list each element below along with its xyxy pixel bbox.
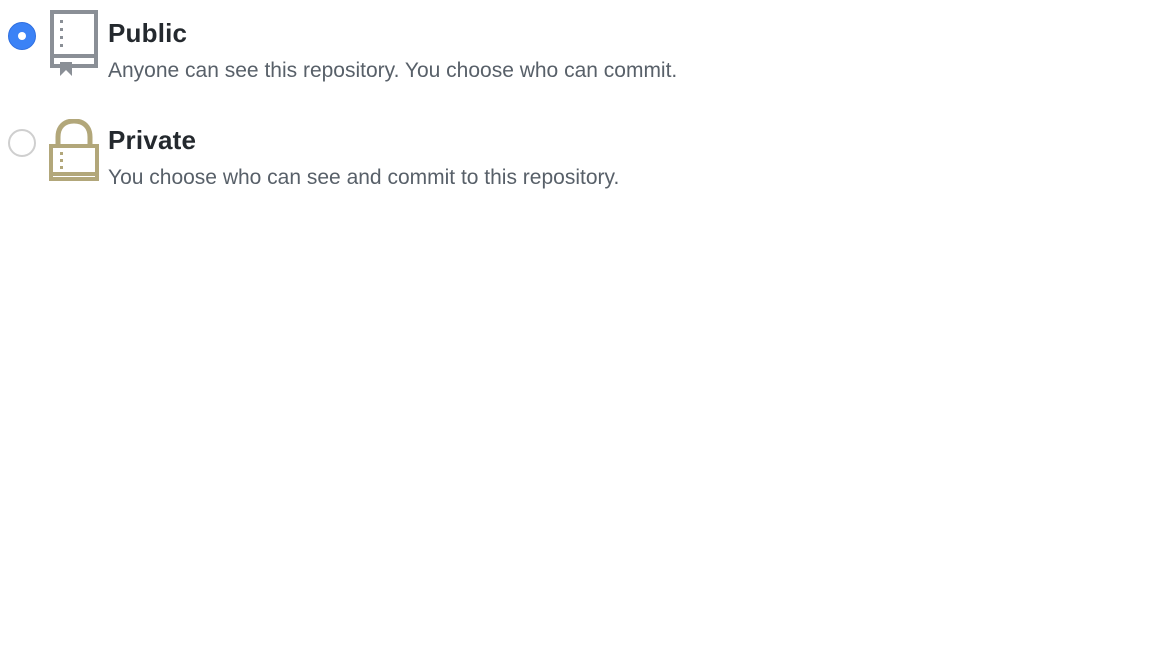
public-radio-button[interactable] (8, 22, 36, 50)
radio-selected-dot (18, 32, 26, 40)
repo-book-icon (48, 10, 100, 80)
visibility-option-public[interactable]: Public Anyone can see this repository. Y… (0, 0, 900, 90)
visibility-option-private[interactable]: Private You choose who can see and commi… (0, 107, 900, 197)
private-option-description: You choose who can see and commit to thi… (108, 166, 620, 189)
repository-visibility-options: Public Anyone can see this repository. Y… (0, 0, 1152, 648)
lock-icon (48, 118, 100, 189)
public-option-description: Anyone can see this repository. You choo… (108, 59, 678, 82)
private-radio-button[interactable] (8, 129, 36, 157)
private-option-title: Private (108, 125, 197, 155)
public-option-title: Public (108, 18, 188, 48)
